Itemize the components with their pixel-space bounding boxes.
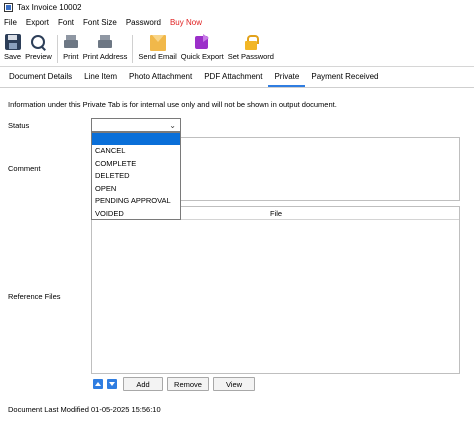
- tab-private[interactable]: Private: [268, 72, 306, 87]
- last-modified-label: Document Last Modified: [8, 405, 89, 414]
- printer-icon: [63, 34, 79, 50]
- tab-pdf-attachment[interactable]: PDF Attachment: [198, 72, 268, 87]
- status-dropdown-list: CANCEL COMPLETE DELETED OPEN PENDING APP…: [91, 132, 181, 220]
- magnifier-icon: [30, 34, 46, 50]
- menu-font[interactable]: Font: [58, 18, 74, 27]
- status-option-blank[interactable]: [92, 133, 180, 145]
- lock-icon: [243, 34, 259, 50]
- set-password-button[interactable]: Set Password: [226, 31, 276, 65]
- reference-files-table[interactable]: File: [91, 206, 460, 374]
- tab-payment-received[interactable]: Payment Received: [305, 72, 384, 87]
- chevron-down-icon: ⌄: [169, 121, 176, 130]
- print-address-label: Print Address: [82, 52, 128, 61]
- toolbar-separator: [132, 35, 134, 63]
- title-bar: Tax Invoice 10002: [0, 0, 474, 14]
- file-column-header: File: [270, 209, 283, 218]
- status-option-deleted[interactable]: DELETED: [92, 170, 180, 183]
- reference-files-label: Reference Files: [8, 292, 61, 301]
- menu-file[interactable]: File: [4, 18, 17, 27]
- send-email-label: Send Email: [138, 52, 177, 61]
- tab-document-details[interactable]: Document Details: [3, 72, 78, 87]
- preview-label: Preview: [25, 52, 52, 61]
- envelope-icon: [149, 35, 166, 51]
- file-action-bar: Add Remove View: [93, 377, 259, 391]
- status-option-pending-approval[interactable]: PENDING APPROVAL: [92, 195, 180, 208]
- quick-export-label: Quick Export: [180, 52, 224, 61]
- comment-label: Comment: [8, 164, 41, 173]
- view-button[interactable]: View: [213, 377, 255, 391]
- set-password-label: Set Password: [227, 52, 274, 61]
- menu-buy-now[interactable]: Buy Now: [170, 18, 202, 27]
- toolbar-separator: [56, 35, 58, 63]
- move-down-button[interactable]: [107, 379, 117, 389]
- print-label: Print: [63, 52, 79, 61]
- save-label: Save: [4, 52, 22, 61]
- export-icon: [194, 34, 210, 50]
- menu-export[interactable]: Export: [26, 18, 49, 27]
- tab-bar: Document Details Line Item Photo Attachm…: [0, 68, 474, 88]
- status-option-complete[interactable]: COMPLETE: [92, 158, 180, 171]
- app-icon: [4, 2, 13, 12]
- menu-password[interactable]: Password: [126, 18, 161, 27]
- preview-button[interactable]: Preview: [23, 31, 54, 65]
- print-button[interactable]: Print: [61, 31, 81, 65]
- add-button[interactable]: Add: [123, 377, 163, 391]
- private-info-text: Information under this Private Tab is fo…: [8, 100, 337, 109]
- print-address-button[interactable]: Print Address: [81, 31, 130, 65]
- window-title: Tax Invoice 10002: [17, 2, 82, 12]
- status-select[interactable]: ⌄: [91, 118, 181, 132]
- remove-button[interactable]: Remove: [167, 377, 209, 391]
- send-email-button[interactable]: Send Email: [136, 31, 178, 65]
- quick-export-button[interactable]: Quick Export: [179, 31, 226, 65]
- status-option-cancel[interactable]: CANCEL: [92, 145, 180, 158]
- printer-icon: [97, 34, 113, 50]
- menu-font-size[interactable]: Font Size: [83, 18, 117, 27]
- save-button[interactable]: Save: [2, 31, 23, 65]
- menu-bar: File Export Font Font Size Password Buy …: [0, 14, 474, 30]
- tab-line-item[interactable]: Line Item: [78, 72, 123, 87]
- save-icon: [4, 34, 21, 50]
- toolbar: Save Preview Print Print Address Send Em…: [0, 31, 474, 67]
- move-up-button[interactable]: [93, 379, 103, 389]
- status-option-voided[interactable]: VOIDED: [92, 208, 180, 221]
- status-option-open[interactable]: OPEN: [92, 183, 180, 196]
- last-modified-value: 01-05-2025 15:56:10: [91, 405, 161, 414]
- tab-photo-attachment[interactable]: Photo Attachment: [123, 72, 198, 87]
- status-label: Status: [8, 121, 30, 130]
